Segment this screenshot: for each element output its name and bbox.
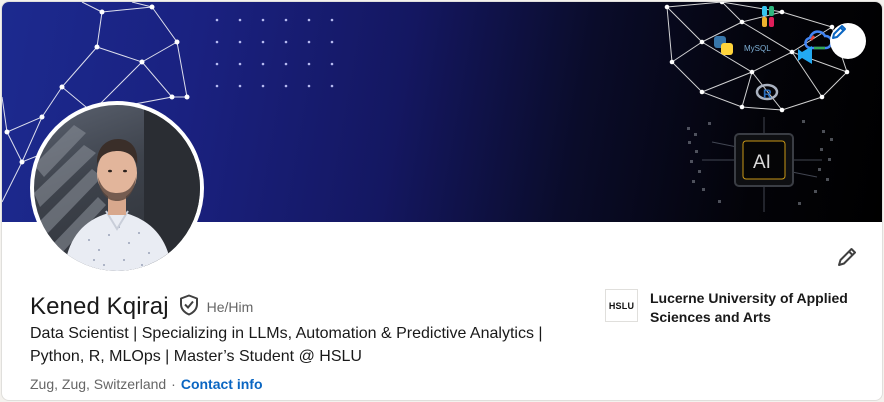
contact-info-link[interactable]: Contact info [181, 376, 263, 392]
mysql-logo-text: MySQL [744, 44, 771, 53]
google-cloud-icon [804, 30, 833, 50]
edit-intro-button[interactable] [832, 244, 862, 274]
profile-card: MySQL R AI Kened Kqiraj He/Him Data Scie… [1, 1, 883, 401]
python-icon [714, 36, 733, 55]
profile-name: Kened Kqiraj [30, 293, 169, 320]
profile-photo [34, 105, 200, 271]
separator: · [171, 376, 176, 392]
school-logo: HSLU [605, 289, 638, 322]
verification-badge[interactable] [179, 294, 199, 321]
edit-banner-button[interactable] [830, 23, 866, 59]
profile-headline: Data Scientist | Specializing in LLMs, A… [30, 325, 543, 365]
location: Zug, Zug, Switzerland [30, 376, 167, 392]
location-row: Zug, Zug, Switzerland · Contact info [30, 376, 263, 392]
shield-check-icon [179, 294, 199, 321]
svg-text:R: R [763, 87, 772, 101]
svg-text:AI: AI [753, 152, 771, 173]
school-name: Lucerne University of Applied Sciences a… [650, 290, 848, 325]
education-item[interactable]: HSLU Lucerne University of Applied Scien… [605, 289, 870, 327]
ai-chip: AI [734, 133, 794, 187]
profile-avatar[interactable] [30, 101, 204, 275]
pronouns: He/Him [206, 299, 254, 315]
vscode-icon [798, 46, 812, 64]
name-row: Kened Kqiraj He/Him [30, 292, 253, 322]
r-language-icon: R [755, 83, 779, 101]
pencil-icon [835, 245, 859, 274]
